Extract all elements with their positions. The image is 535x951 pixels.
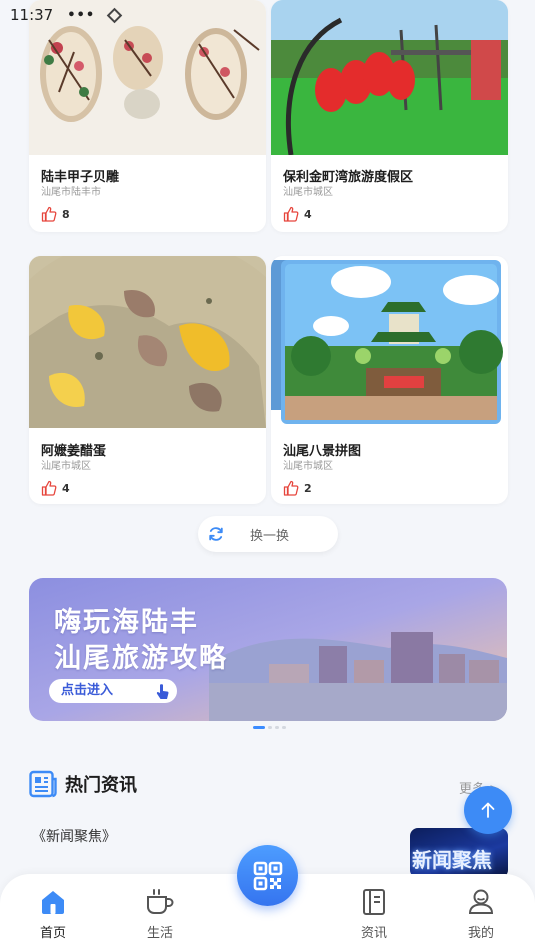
card-location: 汕尾市城区 [283,461,333,472]
tab-life[interactable]: 生活 [130,888,190,941]
thumbs-up-icon [41,206,57,222]
card-image [271,256,508,428]
carousel-dot[interactable] [268,726,272,729]
like-count[interactable]: 8 [41,206,70,222]
coffee-cup-icon [147,889,174,914]
tab-label: 资讯 [360,926,387,941]
hot-news-header: 热门资讯 [29,770,137,798]
arrow-up-icon [481,802,495,818]
ginger-vinegar-egg-image [29,256,266,428]
puzzle-scene-image [271,260,503,424]
attraction-card[interactable]: 汕尾八景拼图 汕尾市城区 2 [271,256,508,504]
tab-label: 我的 [467,926,494,941]
like-number: 4 [62,481,70,495]
section-title: 热门资讯 [65,775,137,796]
scan-qr-button[interactable] [237,845,298,906]
home-icon [42,891,64,914]
refresh-label: 换一换 [250,528,290,544]
banner-subheadline: 汕尾旅游攻略 [54,643,228,674]
carousel-indicator [253,726,286,729]
user-icon [468,889,494,914]
thumbs-up-icon [283,206,299,222]
tab-label: 生活 [146,926,173,941]
tab-news[interactable]: 资讯 [344,888,404,941]
promo-banner[interactable]: 嗨玩海陆丰 汕尾旅游攻略 点击进入 [29,578,507,721]
tab-label: 首页 [39,926,66,941]
like-count[interactable]: 4 [283,206,312,222]
carousel-dot[interactable] [275,726,279,729]
banner-headline: 嗨玩海陆丰 [54,607,199,638]
news-book-icon [363,889,385,915]
thumbs-up-icon [41,480,57,496]
like-number: 4 [304,207,312,221]
card-location: 汕尾市城区 [41,461,91,472]
attraction-card[interactable]: 陆丰甲子贝雕 汕尾市陆丰市 8 [29,0,266,232]
pointer-hand-icon [156,684,169,699]
more-dots-icon: ••• [67,7,96,23]
news-thumb-text: 新闻聚焦 [412,848,492,872]
tab-profile[interactable]: 我的 [451,888,511,941]
attraction-card[interactable]: 保利金町湾旅游度假区 汕尾市城区 4 [271,0,508,232]
tab-home[interactable]: 首页 [23,888,83,941]
news-item-title[interactable]: 《新闻聚焦》 [32,826,116,846]
newspaper-icon [29,770,57,798]
like-count[interactable]: 2 [283,480,312,496]
like-number: 2 [304,481,312,495]
news-thumbnail[interactable]: 新闻聚焦 [410,828,508,878]
enter-button[interactable]: 点击进入 [49,679,177,703]
attraction-card[interactable]: 阿嬷姜醋蛋 汕尾市城区 4 [29,256,266,504]
scroll-top-button[interactable] [464,786,512,834]
like-number: 8 [62,207,70,221]
thumbs-up-icon [283,480,299,496]
app-indicator-icon [106,7,123,23]
card-location: 汕尾市陆丰市 [41,187,101,198]
like-count[interactable]: 4 [41,480,70,496]
refresh-button[interactable]: 换一换 [198,516,338,552]
card-image [29,256,266,428]
refresh-icon [209,527,223,541]
qr-code-icon [253,861,282,890]
status-time: 11:37 [10,6,54,24]
enter-label: 点击进入 [61,683,114,698]
carousel-dot[interactable] [253,726,265,729]
card-location: 汕尾市城区 [283,187,333,198]
carousel-dot[interactable] [282,726,286,729]
status-bar: 11:37 ••• [0,0,535,30]
